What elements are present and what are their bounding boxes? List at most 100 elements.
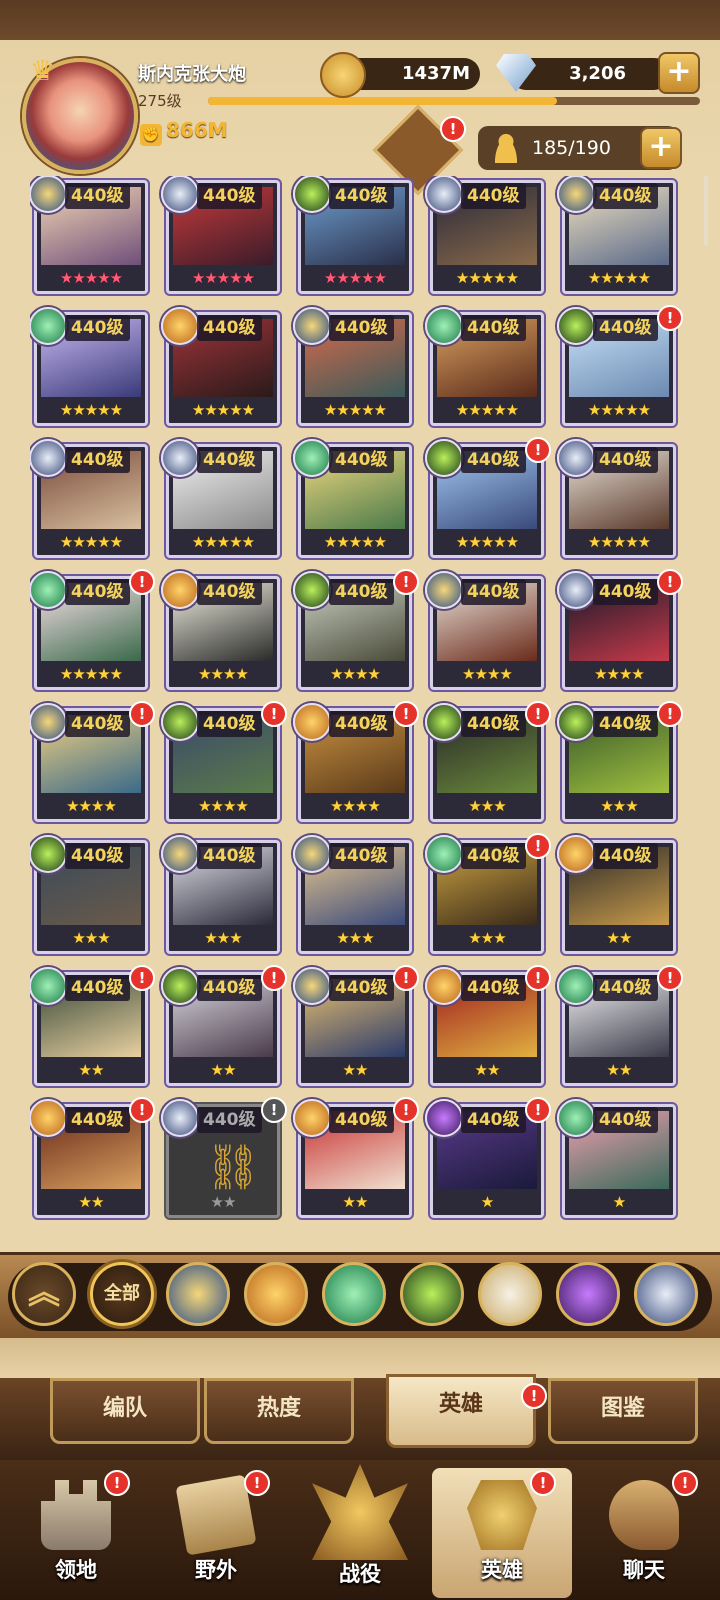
hero-card[interactable]: 440级 ★★! bbox=[293, 1097, 419, 1220]
graveborn-faction-icon bbox=[161, 703, 199, 741]
hero-level: 440级 bbox=[461, 183, 526, 209]
hero-card[interactable]: 440级 ★★★★★ bbox=[557, 176, 678, 296]
expand-hero-slots-button[interactable]: + bbox=[640, 127, 682, 169]
tab-popularity[interactable]: 热度 bbox=[204, 1378, 354, 1444]
hero-card[interactable]: 440级 ★★! bbox=[557, 965, 683, 1088]
nav-heroes[interactable]: 英雄 ! bbox=[432, 1468, 572, 1598]
hero-card[interactable]: 440级 ★★! bbox=[161, 965, 287, 1088]
filter-wilder-button[interactable] bbox=[322, 1262, 386, 1326]
star-rating: ★★★ bbox=[468, 797, 506, 815]
scrollbar-thumb[interactable] bbox=[704, 176, 708, 246]
collapse-button[interactable]: ︽ bbox=[12, 1262, 76, 1326]
nav-campaign[interactable]: 战役 bbox=[290, 1464, 430, 1598]
player-level: 275级 bbox=[138, 92, 182, 110]
tab-heroes-alert-badge: ! bbox=[521, 1383, 547, 1409]
hero-card[interactable]: 440级 ★★ bbox=[557, 835, 678, 956]
hero-level: 440级 bbox=[593, 183, 658, 209]
scrollbar[interactable] bbox=[704, 176, 710, 1236]
hero-level: 440级 bbox=[197, 711, 262, 737]
hero-card[interactable]: 440级 ★★★★★ bbox=[425, 176, 546, 296]
helmet-icon bbox=[467, 1480, 537, 1550]
star-rating: ★★★★ bbox=[198, 665, 249, 683]
hero-card[interactable]: 440级 ★★★★★ bbox=[30, 176, 150, 296]
hero-card[interactable]: 440级 ★★★★★ bbox=[293, 176, 414, 296]
hero-card[interactable]: 440级 ★★★★★ bbox=[161, 307, 282, 428]
hero-card[interactable]: 440级 ★★★★! bbox=[293, 701, 419, 824]
hero-card[interactable]: 440级 ★★! bbox=[425, 965, 551, 1088]
hero-card[interactable]: 440级 ★★★★! bbox=[293, 569, 419, 692]
nav-wild[interactable]: 野外 ! bbox=[146, 1468, 286, 1598]
filter-hypogean-button[interactable] bbox=[556, 1262, 620, 1326]
star-rating: ★★★★★ bbox=[587, 269, 651, 287]
nav-territory[interactable]: 领地 ! bbox=[6, 1468, 146, 1598]
hero-card[interactable]: 440级 ★★★★! bbox=[161, 701, 287, 824]
tab-formation[interactable]: 编队 bbox=[50, 1378, 200, 1444]
hero-card[interactable]: 440级 ★★★ bbox=[30, 835, 150, 956]
nav-chat[interactable]: 聊天 ! bbox=[574, 1468, 714, 1598]
filter-mauler-button[interactable] bbox=[244, 1262, 308, 1326]
hero-card[interactable]: 440级 ★★★ bbox=[161, 835, 282, 956]
filter-all-button[interactable]: 全部 bbox=[90, 1262, 154, 1326]
filter-dimensional-button[interactable] bbox=[634, 1262, 698, 1326]
star-rating: ★★★★★ bbox=[323, 269, 387, 287]
hero-card[interactable]: 440级 ★★★! bbox=[557, 701, 683, 824]
hero-card[interactable]: 440级 ★★★! bbox=[425, 701, 551, 824]
hero-level: 440级 bbox=[329, 447, 394, 473]
hero-card[interactable]: 440级 ★★★★★ bbox=[293, 307, 414, 428]
hero-level: 440级 bbox=[65, 183, 130, 209]
hero-card[interactable]: 440级 ★★! bbox=[30, 965, 155, 1088]
mauler-faction-icon bbox=[293, 1099, 331, 1137]
alert-badge: ! bbox=[525, 833, 551, 859]
hero-card[interactable]: 440级 ★★★★! bbox=[30, 701, 155, 824]
filter-graveborn-button[interactable] bbox=[400, 1262, 464, 1326]
hero-level: 440级 bbox=[593, 579, 658, 605]
hero-card[interactable]: 440级 ★★! bbox=[30, 1097, 155, 1220]
player-avatar[interactable]: ♛ bbox=[22, 54, 138, 174]
star-rating: ★★★ bbox=[600, 797, 638, 815]
star-rating: ★★ bbox=[210, 1193, 237, 1211]
combat-power: ✊ 866M bbox=[140, 118, 228, 146]
star-rating: ★★ bbox=[210, 1061, 237, 1079]
hero-card[interactable]: 440级 ★★★★★ bbox=[30, 439, 150, 560]
hero-card[interactable]: 440级 ★★★★ bbox=[161, 571, 282, 692]
hero-card[interactable]: 440级 ★★★★! bbox=[557, 569, 683, 692]
hero-card[interactable]: 440级 ★★! bbox=[293, 965, 419, 1088]
hero-card[interactable]: 440级 ★★★★★! bbox=[425, 437, 551, 560]
hero-card[interactable]: 440级 ★★★★★ bbox=[557, 439, 678, 560]
star-rating: ★★★★★ bbox=[191, 533, 255, 551]
hero-card[interactable]: 440级 ★★★★★ bbox=[425, 307, 546, 428]
hero-card[interactable]: ⛓ 440级 ★★! bbox=[161, 1097, 287, 1220]
tab-heroes[interactable]: 英雄! bbox=[386, 1374, 547, 1448]
nav-territory-label: 领地 bbox=[55, 1558, 97, 1582]
hero-level: 440级 bbox=[461, 447, 526, 473]
lightbearer-faction-icon bbox=[557, 176, 595, 213]
dimensional-faction-icon bbox=[30, 439, 67, 477]
hero-level: 440级 bbox=[329, 315, 394, 341]
tab-codex[interactable]: 图鉴 bbox=[548, 1378, 698, 1444]
player-name: 斯内克张大炮 bbox=[138, 64, 246, 85]
alert-badge: ! bbox=[525, 965, 551, 991]
hero-card[interactable]: 440级 ★★★! bbox=[425, 833, 551, 956]
hero-card[interactable]: 440级 ★★★★★ bbox=[161, 176, 282, 296]
star-rating: ★★★★★ bbox=[59, 533, 123, 551]
nav-chat-label: 聊天 bbox=[623, 1558, 665, 1582]
star-rating: ★★★★★ bbox=[59, 401, 123, 419]
add-diamonds-button[interactable]: + bbox=[658, 52, 700, 94]
star-rating: ★★ bbox=[78, 1193, 105, 1211]
chain-lock-icon: ⛓ bbox=[205, 1142, 261, 1193]
hero-card[interactable]: 440级 ★★★★★ bbox=[161, 439, 282, 560]
hero-card[interactable]: 440级 ★★★★★ bbox=[30, 307, 150, 428]
filter-lightbearer-button[interactable] bbox=[166, 1262, 230, 1326]
hero-level: 440级 bbox=[197, 315, 262, 341]
mauler-faction-icon bbox=[161, 571, 199, 609]
chat-bubble-icon bbox=[609, 1480, 679, 1550]
filter-celestial-button[interactable] bbox=[478, 1262, 542, 1326]
hero-card[interactable]: 440级 ★★★★★ bbox=[293, 439, 414, 560]
hero-card[interactable]: 440级 ★★★★★! bbox=[557, 305, 683, 428]
hero-card[interactable]: 440级 ★ bbox=[557, 1099, 678, 1220]
hero-card[interactable]: 440级 ★★★★★! bbox=[30, 569, 155, 692]
nav-wild-label: 野外 bbox=[195, 1558, 237, 1582]
hero-card[interactable]: 440级 ★★★★ bbox=[425, 571, 546, 692]
hero-card[interactable]: 440级 ★! bbox=[425, 1097, 551, 1220]
hero-card[interactable]: 440级 ★★★ bbox=[293, 835, 414, 956]
